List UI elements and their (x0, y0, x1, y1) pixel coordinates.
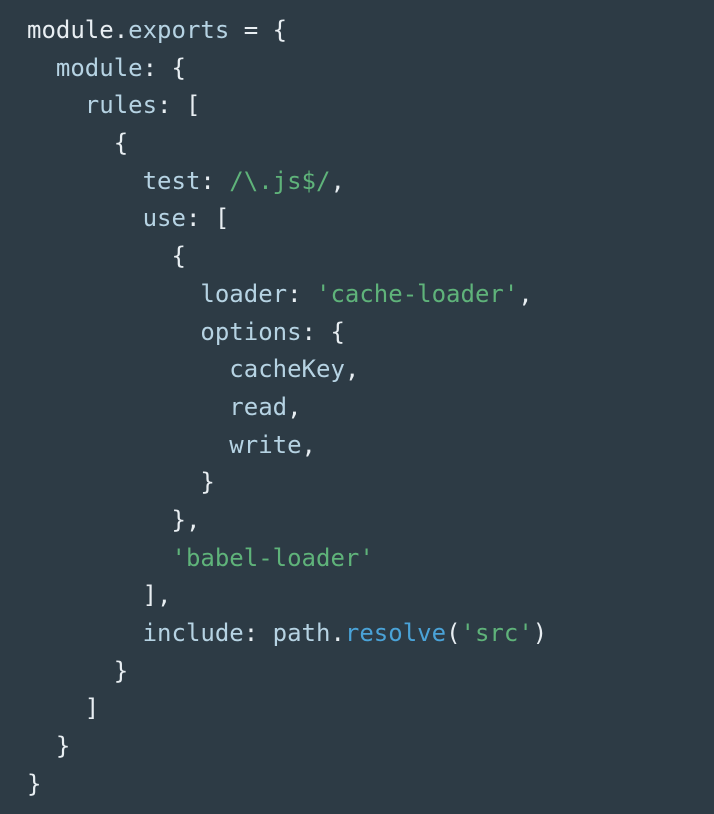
code-token-punct: , (287, 392, 302, 421)
code-token-prop: options (200, 317, 302, 346)
code-line: rules: [ (27, 87, 547, 125)
code-token-prop: loader (200, 279, 288, 308)
code-token-punct: } (27, 468, 215, 497)
code-line: cacheKey, (27, 351, 547, 389)
code-line: include: path.resolve('src') (27, 615, 548, 653)
code-token-punct: } (27, 769, 42, 798)
code-line: ] (27, 690, 547, 728)
code-line: use: [ (27, 200, 547, 238)
code-line: 'babel-loader' (27, 540, 547, 578)
code-token-punct: : (287, 279, 316, 308)
code-line: } (27, 653, 547, 691)
code-line: } (27, 464, 547, 502)
code-line: module.exports = { (27, 12, 547, 50)
code-token-punct: , (301, 430, 316, 459)
code-line: options: { (27, 314, 547, 352)
code-token-punct: : { (142, 53, 186, 82)
code-token-punct: : [ (157, 91, 201, 120)
code-line: { (27, 238, 547, 276)
code-token-prop: path (272, 619, 331, 647)
code-token-punct: ) (532, 619, 548, 647)
code-token-punct: : [ (185, 204, 230, 233)
code-token-string: 'src' (460, 619, 533, 647)
code-token-punct: }, (27, 505, 201, 534)
code-block: module.exports = { module: { rules: [ { … (27, 12, 547, 803)
code-token-punct: : (200, 166, 230, 195)
code-token-prop: test (142, 166, 201, 195)
code-line: loader: 'cache-loader', (27, 276, 547, 314)
code-token-punct: = { (229, 16, 288, 44)
code-token-prop: exports (128, 16, 230, 44)
code-token-punct: { (27, 129, 129, 158)
code-token-prop: cacheKey (229, 355, 345, 384)
code-line: read, (27, 389, 547, 427)
code-token-string: 'babel-loader' (171, 543, 374, 572)
code-line: } (27, 766, 547, 804)
code-line: module: { (27, 50, 547, 88)
code-token-prop: rules (84, 91, 158, 120)
code-token-punct: } (27, 732, 71, 761)
code-line: test: /\.js$/, (27, 163, 547, 201)
code-token-regex: /\.js$/ (229, 166, 331, 195)
code-token-punct: ( (446, 619, 461, 647)
code-line: } (27, 728, 547, 766)
code-token-string: 'cache-loader' (316, 279, 519, 308)
code-line: }, (27, 502, 547, 540)
code-token-prop: module (55, 53, 143, 82)
code-token-punct: : { (301, 317, 345, 346)
code-token-punct: ] (27, 694, 100, 723)
code-token-punct: . (330, 619, 345, 647)
code-token-punct: , (330, 166, 345, 195)
code-token-punct: ], (27, 581, 172, 610)
code-token-prop: write (229, 430, 302, 459)
code-token-punct: : (243, 619, 273, 647)
code-token-punct: , (518, 279, 533, 308)
code-token-punct: . (113, 16, 129, 44)
code-line: { (27, 125, 547, 163)
code-token-func: resolve (344, 619, 447, 647)
code-token-punct: } (27, 656, 129, 685)
code-token-prop: include (142, 619, 244, 647)
code-token-prop: use (142, 204, 186, 233)
code-token-plain: module (27, 16, 114, 44)
code-token-punct: , (344, 355, 360, 384)
code-line: ], (27, 577, 547, 615)
code-line: write, (27, 427, 547, 465)
code-block-panel: module.exports = { module: { rules: [ { … (0, 0, 714, 814)
code-token-prop: read (229, 392, 288, 421)
code-token-punct: { (27, 242, 186, 271)
